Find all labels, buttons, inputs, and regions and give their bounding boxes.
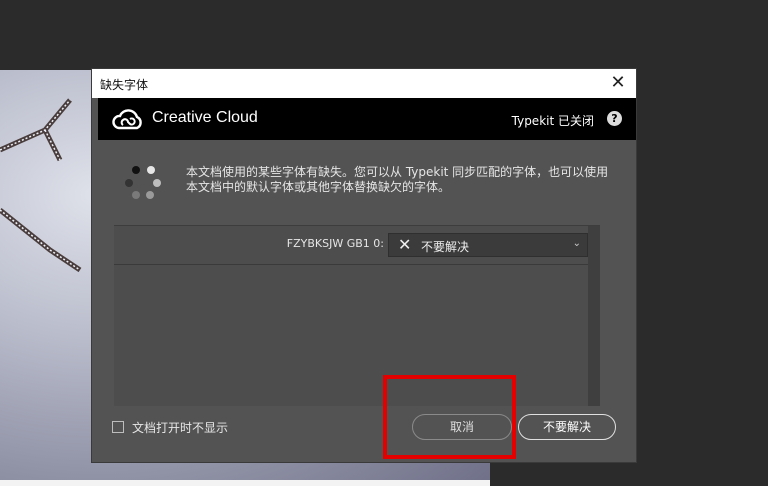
font-resolution-value: 不要解决 [421,240,470,254]
font-resolution-select[interactable]: ✕ 不要解决 ⌄ [388,233,588,257]
missing-font-name: FZYBKSJW GB1 0: [286,237,384,250]
typekit-status: Typekit 已关闭 [511,114,594,128]
x-icon: ✕ [398,235,412,254]
chevron-down-icon: ⌄ [572,238,581,249]
dialog-title: 缺失字体 [100,78,149,92]
dialog-titlebar: 缺失字体 ✕ [92,69,636,98]
red-highlight-box [383,375,516,459]
list-scrollbar[interactable] [588,226,600,406]
creative-cloud-logo-icon [112,109,142,130]
missing-fonts-dialog: 缺失字体 ✕ Creative Cloud Typekit 已关闭 ? 本文档使… [92,69,636,462]
close-button[interactable]: ✕ [608,73,628,93]
dont-resolve-button[interactable]: 不要解决 [518,414,616,440]
brand-title: Creative Cloud [152,109,258,126]
missing-font-list: FZYBKSJW GB1 0: ✕ 不要解决 ⌄ [114,225,600,406]
font-row: FZYBKSJW GB1 0: ✕ 不要解决 ⌄ [114,226,600,265]
help-icon[interactable]: ? [607,111,622,126]
creative-cloud-header: Creative Cloud Typekit 已关闭 ? [98,98,636,140]
dont-show-checkbox[interactable]: 文档打开时不显示 [112,419,228,436]
loading-spinner-icon [125,166,161,199]
close-icon: ✕ [610,72,626,93]
missing-fonts-message: 本文档使用的某些字体有缺失。您可以从 Typekit 同步匹配的字体，也可以使用… [186,165,609,194]
checkbox-icon [112,421,124,433]
photo-bottom-strip [0,480,490,486]
dont-show-label: 文档打开时不显示 [132,421,229,435]
